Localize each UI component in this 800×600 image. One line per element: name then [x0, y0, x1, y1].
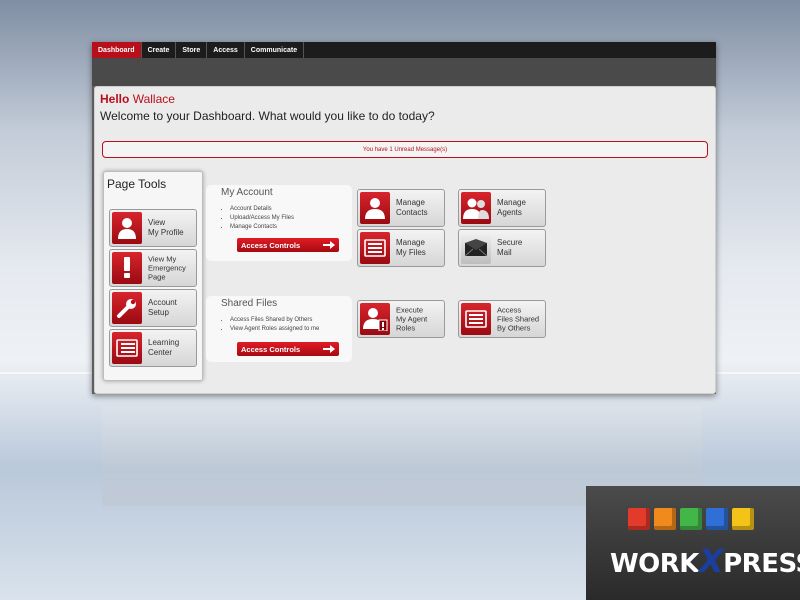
- blue-cube: [706, 508, 728, 530]
- orange-cube: [654, 508, 676, 530]
- person-icon: [112, 212, 142, 244]
- logo-text-work: WORK: [610, 549, 699, 579]
- shared-files-title: Shared Files: [221, 298, 278, 309]
- my-account-panel: My Account Account Details Upload/Access…: [206, 185, 352, 261]
- contacts-icon: [360, 192, 390, 224]
- account-setup-button[interactable]: Account Setup: [109, 289, 197, 327]
- view-my-profile-button[interactable]: View My Profile: [109, 209, 197, 247]
- logo-text-press: PRESS: [723, 549, 800, 579]
- greeting-hello: Hello: [100, 92, 130, 106]
- manage-agents-button[interactable]: Manage Agents: [458, 189, 546, 227]
- execute-my-agent-roles-button[interactable]: Execute My Agent Roles: [357, 300, 445, 338]
- shared-files-icon: [461, 303, 491, 335]
- app-window: Dashboard Create Store Access Communicat…: [92, 42, 716, 394]
- greeting-username: Wallace: [132, 92, 175, 106]
- view-emergency-page-button[interactable]: View My Emergency Page: [109, 249, 197, 287]
- arrow-right-icon: [323, 345, 335, 353]
- access-controls-label: Access Controls: [241, 344, 301, 354]
- page-tools-panel: Page Tools View My Profile View My Emerg…: [103, 171, 203, 381]
- my-account-access-controls-button[interactable]: Access Controls: [237, 238, 339, 252]
- execute-my-agent-roles-label: Execute My Agent Roles: [396, 305, 428, 333]
- tab-store[interactable]: Store: [176, 42, 208, 58]
- list-item-access-shared-files[interactable]: Access Files Shared by Others: [230, 316, 319, 325]
- greeting: Hello Wallace: [100, 92, 175, 106]
- logo-cubes: [628, 508, 754, 530]
- workxpress-logo: WORKXPRESS®: [586, 486, 800, 600]
- my-account-list: Account Details Upload/Access My Files M…: [218, 205, 294, 232]
- manage-my-files-button[interactable]: Manage My Files: [357, 229, 445, 267]
- shared-files-access-controls-button[interactable]: Access Controls: [237, 342, 339, 356]
- secure-mail-button[interactable]: Secure Mail: [458, 229, 546, 267]
- view-my-profile-label: View My Profile: [148, 218, 184, 237]
- account-setup-label: Account Setup: [148, 298, 177, 317]
- tab-communicate[interactable]: Communicate: [245, 42, 305, 58]
- exclamation-icon: [112, 252, 142, 284]
- red-cube: [628, 508, 650, 530]
- access-controls-label: Access Controls: [241, 240, 301, 250]
- manage-my-files-label: Manage My Files: [396, 238, 426, 257]
- manage-contacts-label: Manage Contacts: [396, 198, 428, 217]
- logo-wordmark: WORKXPRESS®: [610, 542, 800, 580]
- access-files-shared-label: Access Files Shared By Others: [497, 305, 540, 333]
- tab-dashboard[interactable]: Dashboard: [92, 42, 142, 58]
- list-item-upload-files[interactable]: Upload/Access My Files: [230, 214, 294, 223]
- tab-create[interactable]: Create: [142, 42, 177, 58]
- welcome-message: Welcome to your Dashboard. What would yo…: [100, 109, 435, 123]
- secure-mail-label: Secure Mail: [497, 238, 523, 257]
- green-cube: [680, 508, 702, 530]
- shared-files-list: Access Files Shared by Others View Agent…: [218, 316, 319, 334]
- sub-nav-bar: [92, 58, 716, 86]
- shared-files-panel: Shared Files Access Files Shared by Othe…: [206, 296, 352, 362]
- list-item-view-agent-roles[interactable]: View Agent Roles assigned to me: [230, 325, 319, 334]
- wrench-icon: [112, 292, 142, 324]
- dashboard-content: Hello Wallace Welcome to your Dashboard.…: [94, 86, 716, 394]
- top-nav: Dashboard Create Store Access Communicat…: [92, 42, 716, 58]
- list-item-account-details[interactable]: Account Details: [230, 205, 294, 214]
- view-emergency-page-label: View My Emergency Page: [148, 254, 186, 282]
- page-tools-title: Page Tools: [107, 177, 167, 191]
- list-item-manage-contacts[interactable]: Manage Contacts: [230, 223, 294, 232]
- tab-access[interactable]: Access: [207, 42, 245, 58]
- access-files-shared-button[interactable]: Access Files Shared By Others: [458, 300, 546, 338]
- my-account-title: My Account: [221, 187, 273, 198]
- files-icon: [360, 232, 390, 264]
- yellow-cube: [732, 508, 754, 530]
- learning-center-label: Learning Center: [148, 338, 180, 357]
- unread-messages-alert[interactable]: You have 1 Unread Message(s): [102, 141, 708, 158]
- agent-role-icon: [360, 303, 390, 335]
- manage-contacts-button[interactable]: Manage Contacts: [357, 189, 445, 227]
- mail-icon: [461, 232, 491, 264]
- book-icon: [112, 332, 142, 364]
- agents-icon: [461, 192, 491, 224]
- manage-agents-label: Manage Agents: [497, 198, 526, 217]
- logo-text-x: X: [698, 542, 724, 580]
- learning-center-button[interactable]: Learning Center: [109, 329, 197, 367]
- arrow-right-icon: [323, 241, 335, 249]
